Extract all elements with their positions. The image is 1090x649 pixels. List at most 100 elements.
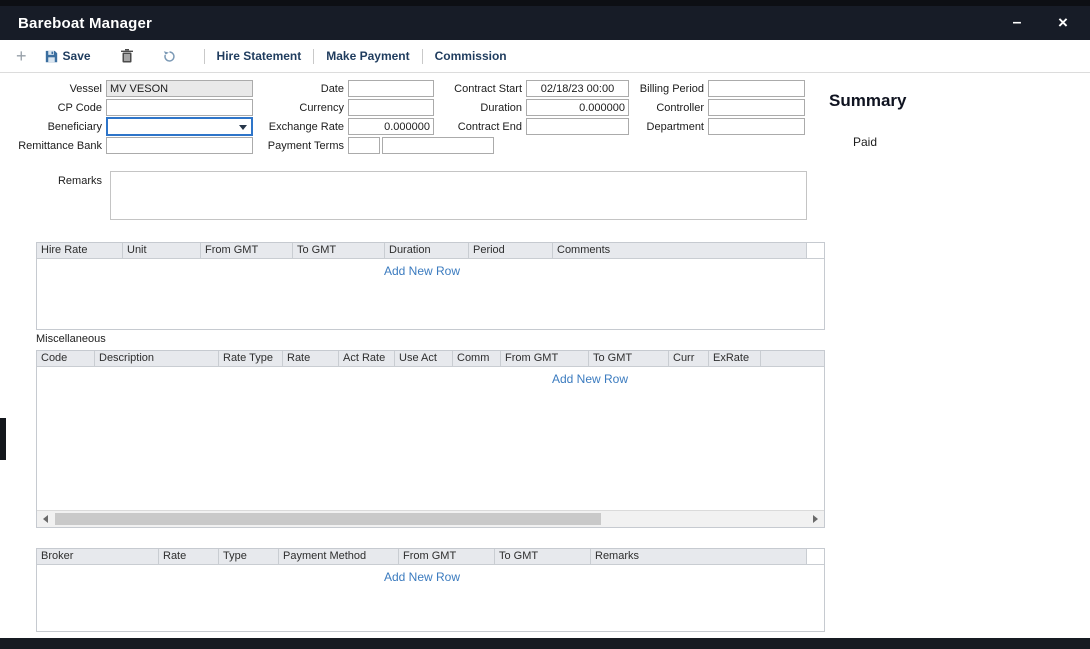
scrollbar-thumb[interactable]: [55, 513, 601, 525]
col-code: Code: [37, 351, 95, 367]
department-input[interactable]: [708, 118, 805, 135]
contract-end-label: Contract End: [448, 121, 526, 133]
controller-label: Controller: [630, 102, 708, 114]
commission-button[interactable]: Commission: [435, 49, 507, 63]
make-payment-button[interactable]: Make Payment: [326, 49, 409, 63]
exchange-rate-label: Exchange Rate: [260, 121, 348, 133]
delete-button[interactable]: [121, 49, 133, 63]
miscellaneous-table: Code Description Rate Type Rate Act Rate…: [36, 350, 825, 528]
horizontal-scrollbar[interactable]: [37, 510, 824, 527]
misc-add-new-row-link[interactable]: Add New Row: [552, 372, 628, 386]
col-period: Period: [469, 243, 553, 259]
broker-table-header: Broker Rate Type Payment Method From GMT…: [37, 549, 824, 565]
hire-rate-table: Hire Rate Unit From GMT To GMT Duration …: [36, 242, 825, 330]
col-comm: Comm: [453, 351, 501, 367]
col-from-gmt: From GMT: [501, 351, 589, 367]
col-hire-rate: Hire Rate: [37, 243, 123, 259]
col-description: Description: [95, 351, 219, 367]
payment-terms-code-input[interactable]: [348, 137, 380, 154]
duration-label: Duration: [448, 102, 526, 114]
bottom-window-edge: [0, 638, 1090, 649]
col-from-gmt: From GMT: [201, 243, 293, 259]
contract-start-input[interactable]: [526, 80, 629, 97]
col-remarks: Remarks: [591, 549, 807, 565]
beneficiary-dropdown[interactable]: [106, 117, 253, 136]
department-label: Department: [630, 121, 708, 133]
vessel-label: Vessel: [5, 83, 106, 95]
toolbar-separator: [313, 49, 314, 64]
col-to-gmt: To GMT: [495, 549, 591, 565]
exchange-rate-input[interactable]: [348, 118, 434, 135]
col-rate: Rate: [159, 549, 219, 565]
col-curr: Curr: [669, 351, 709, 367]
titlebar: Bareboat Manager: [0, 6, 1090, 40]
save-button-label: Save: [63, 49, 91, 63]
controller-input[interactable]: [708, 99, 805, 116]
duration-input[interactable]: [526, 99, 629, 116]
col-from-gmt: From GMT: [399, 549, 495, 565]
broker-add-new-row-link[interactable]: Add New Row: [384, 570, 460, 584]
scroll-left-arrow-icon[interactable]: [37, 511, 54, 527]
remarks-textarea[interactable]: [110, 171, 807, 220]
refresh-button[interactable]: [163, 50, 176, 63]
summary-heading: Summary: [829, 91, 906, 111]
toolbar: + Save Hire Statement Make Payment Commi…: [0, 40, 1090, 73]
currency-input[interactable]: [348, 99, 434, 116]
miscellaneous-table-header: Code Description Rate Type Rate Act Rate…: [37, 351, 824, 367]
col-broker: Broker: [37, 549, 159, 565]
chevron-down-icon: [239, 125, 247, 130]
header-filler: [807, 549, 824, 565]
col-act-rate: Act Rate: [339, 351, 395, 367]
form-column-3: Contract Start Duration Contract End: [448, 79, 629, 136]
toolbar-separator: [204, 49, 205, 64]
remarks-label: Remarks: [5, 175, 106, 187]
col-unit: Unit: [123, 243, 201, 259]
payment-terms-label: Payment Terms: [260, 140, 348, 152]
col-to-gmt: To GMT: [293, 243, 385, 259]
toolbar-separator: [422, 49, 423, 64]
scroll-right-arrow-icon[interactable]: [807, 511, 824, 527]
header-filler: [761, 351, 824, 367]
col-rate-type: Rate Type: [219, 351, 283, 367]
trash-icon: [121, 49, 133, 63]
form-column-4: Billing Period Controller Department: [630, 79, 805, 136]
broker-table: Broker Rate Type Payment Method From GMT…: [36, 548, 825, 632]
save-button[interactable]: Save: [45, 49, 91, 63]
col-duration: Duration: [385, 243, 469, 259]
form-column-1: Vessel CP Code Beneficiary Remittance Ba…: [5, 79, 253, 155]
miscellaneous-section-label: Miscellaneous: [36, 333, 106, 345]
col-rate: Rate: [283, 351, 339, 367]
contract-start-label: Contract Start: [448, 83, 526, 95]
remittance-bank-input[interactable]: [106, 137, 253, 154]
date-input[interactable]: [348, 80, 434, 97]
col-comments: Comments: [553, 243, 807, 259]
save-floppy-icon: [45, 50, 58, 63]
col-type: Type: [219, 549, 279, 565]
beneficiary-label: Beneficiary: [5, 121, 106, 133]
add-button[interactable]: +: [16, 47, 27, 65]
minimize-button[interactable]: –: [996, 6, 1038, 40]
cp-code-label: CP Code: [5, 102, 106, 114]
vessel-input[interactable]: [106, 80, 253, 97]
window-title: Bareboat Manager: [18, 15, 152, 32]
header-filler: [807, 243, 824, 259]
close-button[interactable]: ×: [1042, 6, 1084, 40]
refresh-icon: [163, 50, 176, 63]
contract-end-input[interactable]: [526, 118, 629, 135]
cp-code-input[interactable]: [106, 99, 253, 116]
col-to-gmt: To GMT: [589, 351, 669, 367]
col-payment-method: Payment Method: [279, 549, 399, 565]
hire-add-new-row-link[interactable]: Add New Row: [384, 264, 460, 278]
date-label: Date: [260, 83, 348, 95]
currency-label: Currency: [260, 102, 348, 114]
billing-period-input[interactable]: [708, 80, 805, 97]
col-use-act: Use Act: [395, 351, 453, 367]
background-window-sliver: [0, 418, 6, 460]
summary-paid-label: Paid: [853, 135, 877, 149]
billing-period-label: Billing Period: [630, 83, 708, 95]
remittance-bank-label: Remittance Bank: [5, 140, 106, 152]
hire-statement-button[interactable]: Hire Statement: [217, 49, 302, 63]
col-exrate: ExRate: [709, 351, 761, 367]
payment-terms-description-input[interactable]: [382, 137, 494, 154]
hire-rate-table-header: Hire Rate Unit From GMT To GMT Duration …: [37, 243, 824, 259]
